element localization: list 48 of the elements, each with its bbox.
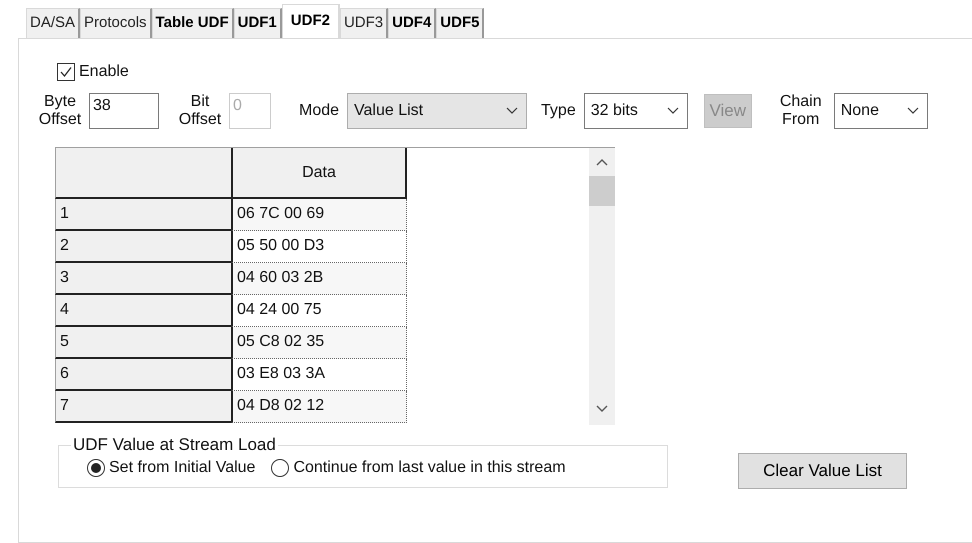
radio-label: Set from Initial Value	[109, 459, 256, 477]
clear-value-list-button[interactable]: Clear Value List	[738, 453, 907, 489]
chevron-down-icon	[666, 107, 679, 115]
row-header[interactable]: 5	[55, 327, 231, 359]
group-title: UDF Value at Stream Load	[72, 435, 277, 455]
tab[interactable]: Protocols	[80, 8, 152, 38]
radio-label: Continue from last value in this stream	[293, 459, 566, 477]
chevron-down-icon	[506, 107, 518, 115]
mode-label: Mode	[299, 102, 340, 120]
row-header[interactable]: 1	[55, 199, 231, 231]
tab[interactable]: UDF3	[340, 8, 388, 38]
enable-label: Enable	[79, 63, 129, 81]
scroll-up-icon[interactable]	[596, 158, 608, 166]
scrollbar[interactable]	[589, 148, 615, 425]
checkmark-icon	[59, 65, 73, 79]
tab[interactable]: UDF1	[234, 8, 282, 38]
column-header[interactable]: Data	[231, 148, 407, 199]
byte-offset-field[interactable]: 38	[89, 93, 159, 129]
scroll-down-icon[interactable]	[596, 405, 608, 413]
radio-button[interactable]	[87, 459, 105, 477]
tab[interactable]: DA/SA	[26, 8, 80, 38]
mode-dropdown[interactable]: Value List	[347, 93, 528, 129]
chain-from-dropdown[interactable]: None	[834, 93, 928, 129]
type-dropdown[interactable]: 32 bits	[584, 93, 688, 129]
table-cell[interactable]: 06 7C 00 69	[231, 199, 407, 231]
row-header[interactable]: 7	[55, 391, 231, 423]
tab[interactable]: UDF2	[282, 4, 340, 38]
chain-from-label: Chain From	[778, 93, 823, 129]
chevron-down-icon	[906, 107, 919, 115]
bit-offset-label: Bit Offset	[178, 93, 222, 129]
tab[interactable]: UDF4	[388, 8, 436, 38]
row-header[interactable]: 6	[55, 359, 231, 391]
tab[interactable]: Table UDF	[152, 8, 234, 38]
byte-offset-label: Byte Offset	[38, 93, 82, 129]
table-cell[interactable]: 03 E8 03 3A	[231, 359, 407, 391]
radio-button[interactable]	[271, 459, 290, 477]
table-cell[interactable]: 04 60 03 2B	[231, 263, 407, 295]
enable-checkbox[interactable]	[57, 63, 75, 81]
type-label: Type	[541, 102, 576, 120]
table-cell[interactable]: 05 C8 02 35	[231, 327, 407, 359]
row-header[interactable]: 2	[55, 231, 231, 263]
table-cell[interactable]: 05 50 00 D3	[231, 231, 407, 263]
row-header[interactable]: 3	[55, 263, 231, 295]
tab[interactable]: UDF5	[436, 8, 484, 38]
table-cell[interactable]: 04 D8 02 12	[231, 391, 407, 423]
row-header[interactable]: 4	[55, 295, 231, 327]
table-cell[interactable]: 04 24 00 75	[231, 295, 407, 327]
scroll-thumb[interactable]	[589, 176, 615, 206]
